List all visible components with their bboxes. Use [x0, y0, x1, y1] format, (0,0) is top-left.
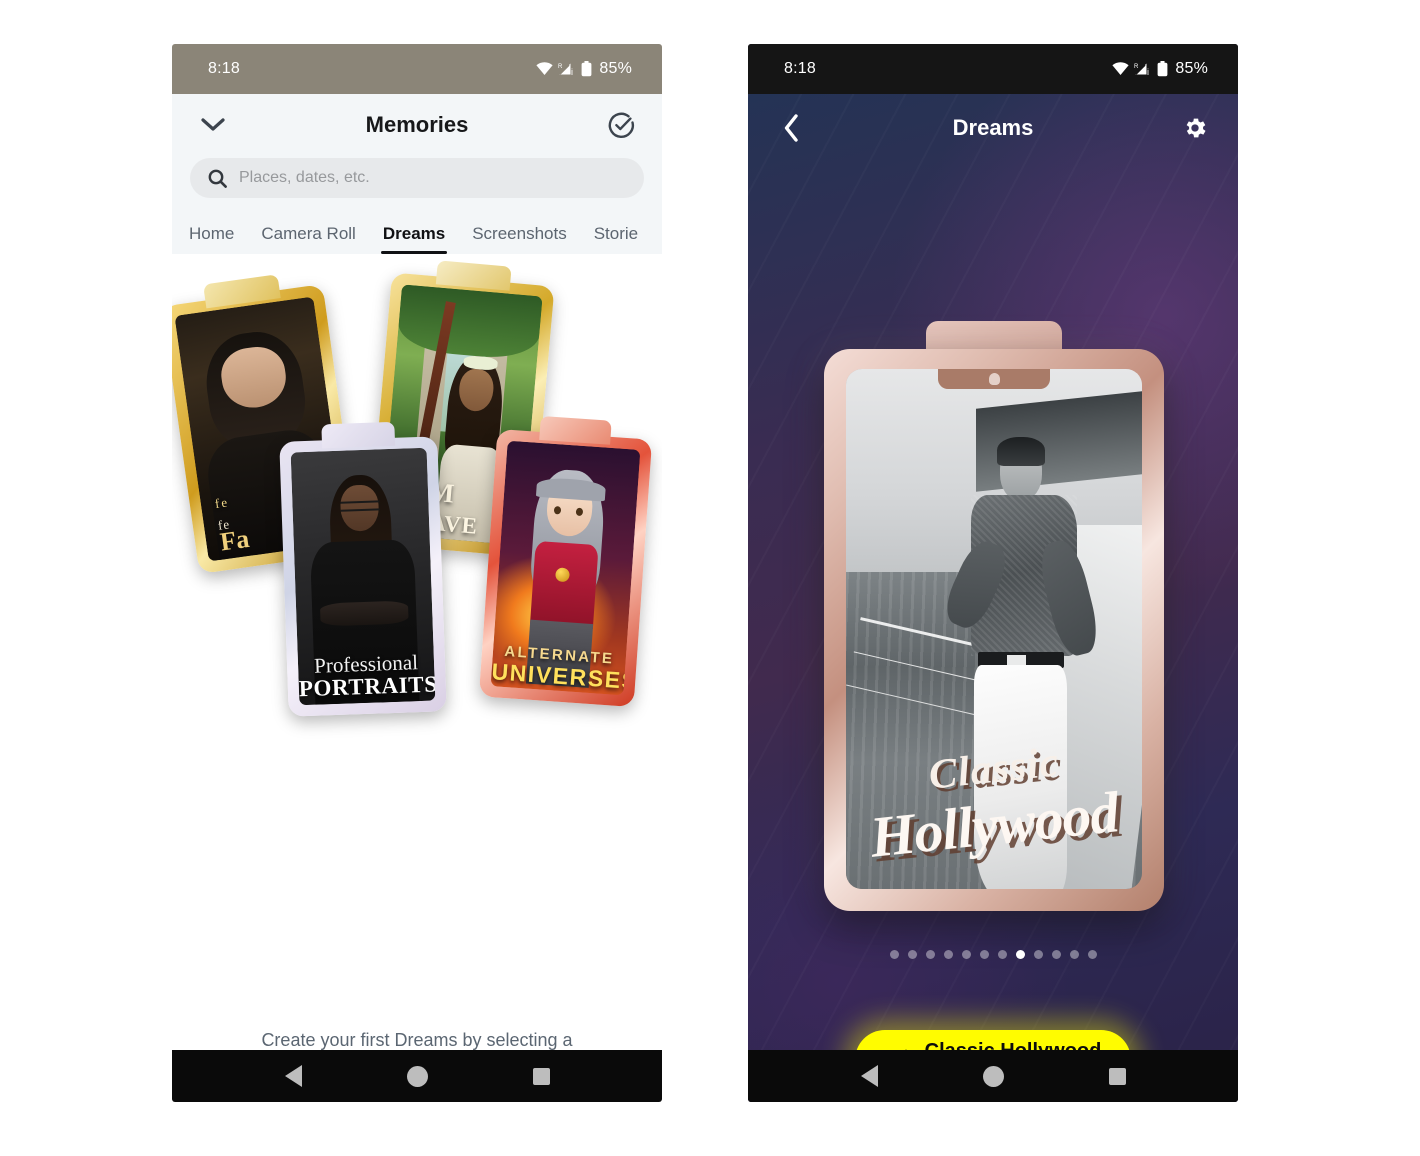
pagination-dot[interactable]	[943, 950, 953, 959]
pagination-dot[interactable]	[961, 950, 971, 959]
card-artwork: Classic Hollywood	[846, 369, 1142, 889]
memories-tab-bar: Home Camera Roll Dreams Screenshots Stor…	[172, 208, 662, 254]
pagination-dot[interactable]	[997, 950, 1007, 959]
back-triangle-icon[interactable]	[284, 1065, 302, 1087]
search-placeholder: Places, dates, etc.	[239, 169, 370, 186]
recents-square-icon[interactable]	[1108, 1067, 1126, 1085]
avatar-eye-left	[553, 505, 561, 515]
right-status-bar: 8:18 R i 85%	[748, 44, 1238, 94]
card-label-line2: Fa	[218, 523, 251, 557]
left-status-bar: 8:18 R i 85%	[172, 44, 662, 94]
wifi-icon	[536, 62, 553, 76]
carousel-pagination-dots	[748, 950, 1238, 959]
card-artwork: Professional PORTRAITS	[290, 447, 436, 706]
ghost-logo-icon	[938, 369, 1050, 389]
left-phone-memories-screen: 8:18 R i 85% Memories Places, dates, etc…	[172, 44, 662, 1102]
tab-camera-roll[interactable]: Camera Roll	[261, 224, 355, 254]
recents-square-icon[interactable]	[532, 1067, 550, 1085]
dream-pack-card-fan: fe fe Fa Professional PORTRAITS ALTERNAT…	[172, 254, 662, 774]
card-tab-notch	[321, 421, 395, 449]
signal-roaming-icon: R i	[1134, 62, 1152, 77]
battery-percent: 85%	[599, 60, 632, 77]
right-phone-dreams-screen: 8:18 R i 85% Dreams Classic Hollywood	[748, 44, 1238, 1102]
card-alternate-universes[interactable]: ALTERNATE UNIVERSES	[478, 415, 653, 708]
svg-text:R: R	[1134, 64, 1139, 70]
search-icon	[208, 169, 227, 188]
card-title-overlay: Classic Hollywood	[846, 739, 1142, 870]
card-artwork: ALTERNATE UNIVERSES	[490, 440, 641, 696]
pagination-dot[interactable]	[925, 950, 935, 959]
page-title: Dreams	[952, 115, 1034, 140]
avatar-jacket	[529, 541, 600, 630]
tab-stories[interactable]: Storie	[594, 224, 638, 254]
status-icons: R i 85%	[536, 60, 632, 78]
hero-dream-card[interactable]: Classic Hollywood	[824, 321, 1164, 911]
search-input[interactable]: Places, dates, etc.	[190, 158, 644, 198]
pagination-dot[interactable]	[1033, 950, 1043, 959]
status-time: 8:18	[208, 60, 240, 77]
gear-icon[interactable]	[1178, 111, 1212, 145]
home-circle-icon[interactable]	[982, 1065, 1004, 1087]
left-android-nav-bar	[172, 1050, 662, 1102]
dreams-header: Dreams	[748, 94, 1238, 162]
card-label-line2: PORTRAITS	[298, 671, 436, 702]
pagination-dot[interactable]	[907, 950, 917, 959]
pagination-dot[interactable]	[979, 950, 989, 959]
svg-text:i: i	[571, 67, 573, 77]
tab-screenshots[interactable]: Screenshots	[472, 224, 567, 254]
pagination-dot[interactable]	[1069, 950, 1079, 959]
status-time: 8:18	[784, 60, 816, 77]
tab-home[interactable]: Home	[189, 224, 234, 254]
glasses-icon	[339, 499, 380, 512]
card-professional-portraits[interactable]: Professional PORTRAITS	[279, 421, 447, 717]
home-circle-icon[interactable]	[406, 1065, 428, 1087]
memories-dreams-empty-state: fe fe Fa Professional PORTRAITS ALTERNAT…	[172, 254, 662, 1102]
memories-topbar: Memories	[172, 94, 662, 156]
battery-icon	[581, 61, 592, 77]
svg-text:i: i	[1147, 67, 1149, 77]
screenshot-stage: 8:18 R i 85% Memories Places, dates, etc…	[0, 0, 1420, 1156]
pagination-dot-active[interactable]	[1015, 950, 1025, 959]
back-triangle-icon[interactable]	[860, 1065, 878, 1087]
battery-percent: 85%	[1175, 60, 1208, 77]
chevron-left-icon[interactable]	[774, 111, 808, 145]
pagination-dot[interactable]	[1051, 950, 1061, 959]
page-title: Memories	[365, 112, 469, 137]
svg-text:R: R	[558, 64, 563, 70]
card-tab-notch	[538, 415, 612, 445]
memories-header: Memories Places, dates, etc. Home Camera…	[172, 94, 662, 254]
signal-roaming-icon: R i	[558, 62, 576, 77]
dreams-pack-carousel-screen: Dreams Classic Hollywood	[748, 94, 1238, 1102]
check-circle-icon[interactable]	[604, 108, 638, 142]
status-icons: R i 85%	[1112, 60, 1208, 78]
tab-dreams[interactable]: Dreams	[380, 224, 448, 254]
right-android-nav-bar	[748, 1050, 1238, 1102]
wifi-icon	[1112, 62, 1129, 76]
battery-icon	[1157, 61, 1168, 77]
pagination-dot[interactable]	[1087, 950, 1097, 959]
pagination-dot[interactable]	[889, 950, 899, 959]
chevron-down-icon[interactable]	[196, 108, 230, 142]
portrait-arms	[320, 600, 409, 627]
search-container: Places, dates, etc.	[172, 156, 662, 208]
